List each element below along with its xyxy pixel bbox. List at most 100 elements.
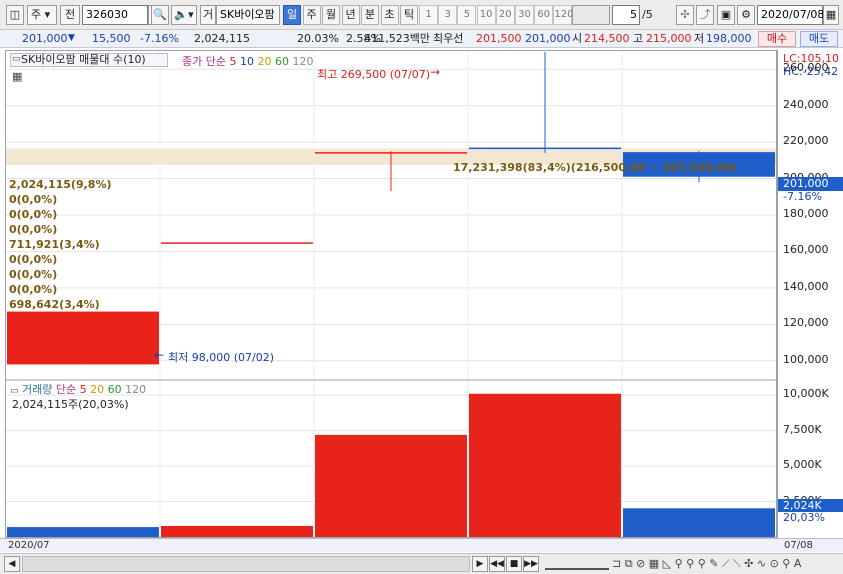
price-change-pct: -7.16% xyxy=(140,32,179,45)
volume-ma-period-5: 5 xyxy=(79,383,87,396)
candle-body xyxy=(469,147,621,150)
current-price: 201,000 xyxy=(22,32,68,45)
search-icon[interactable]: 🔍 xyxy=(151,5,169,25)
prev-button[interactable]: 전 xyxy=(60,5,80,25)
trend-icon[interactable]: ⤴ xyxy=(696,5,714,25)
ma-period-60: 60 xyxy=(271,55,289,68)
volume-value: 2,024,115 xyxy=(194,32,250,45)
turnover-pct: 20.03% xyxy=(297,32,339,45)
volume-tick-label: 5,000K xyxy=(783,458,822,472)
toolbar: ◫ 주 ▾ 전 326030 ▼ 🔍 🔈▾ 거 SK바이오팜 일주월년분초틱 1… xyxy=(0,0,843,30)
rewind-icon[interactable]: ◀◀ xyxy=(489,556,505,572)
open-price: 214,500 xyxy=(584,32,630,45)
scroll-toolbar: ◀ ▶ ◀◀ ■ ▶▶ ⊐ ⧉ ⊘ ▦ ◺ ⚲ ⚲ ⚲ ✎ ⟋ ⟍ ✣ ∿ ⊙ … xyxy=(0,553,843,574)
volume-tick-label: 7,500K xyxy=(783,422,822,436)
volume-profile-label: 0(0,0%) xyxy=(9,253,58,266)
gear-icon[interactable]: ⚙ xyxy=(737,5,755,25)
low-price: 198,000 xyxy=(706,32,752,45)
page-input[interactable]: 5 xyxy=(612,5,640,25)
panel-title-text: SK바이오팜 매물대 수(10) xyxy=(21,53,146,66)
drawing-tools[interactable]: ⊐ ⧉ ⊘ ▦ ◺ ⚲ ⚲ ⚲ ✎ ⟋ ⟍ ✣ ∿ ⊙ ⚲ A xyxy=(612,557,801,571)
interval-tab-20[interactable]: 20 xyxy=(495,5,515,25)
name-toggle-button[interactable]: 거 xyxy=(200,5,216,25)
table-icon[interactable]: ▦ xyxy=(12,70,22,83)
stop-icon[interactable]: ■ xyxy=(506,556,522,572)
volume-bar xyxy=(315,434,467,537)
buy-button[interactable]: 매수 xyxy=(758,31,796,47)
fast-forward-icon[interactable]: ▶▶ xyxy=(523,556,539,572)
current-price-tag: 201,000 xyxy=(778,177,843,191)
dropdown-box[interactable] xyxy=(572,5,610,25)
volume-profile-label: 2,024,115(9,8%) xyxy=(9,178,112,191)
zoom-slider[interactable] xyxy=(545,558,609,570)
price-tick-label: 100,000 xyxy=(783,352,829,366)
price-tick-label: 240,000 xyxy=(783,97,829,111)
high-label: 고 xyxy=(633,32,644,45)
ma-period-120: 120 xyxy=(288,55,314,68)
price-panel-title[interactable]: SK바이오팜 매물대 수(10) xyxy=(10,53,168,67)
scroll-left-icon[interactable]: ◀ xyxy=(4,556,20,572)
calendar-icon[interactable]: ▦ xyxy=(823,5,839,25)
market-select[interactable]: 주 ▾ xyxy=(27,5,57,25)
period-tab-4[interactable]: 분 xyxy=(361,5,379,25)
ma-period-20: 20 xyxy=(253,55,272,68)
ma-period-list: 5 10 20 60 120 xyxy=(229,55,313,68)
ma-label: 종가 단순 xyxy=(182,55,226,68)
scrollbar-track[interactable] xyxy=(22,556,470,572)
current-volume-pct-tag: 20,03% xyxy=(783,511,825,524)
period-tab-2[interactable]: 월 xyxy=(322,5,340,25)
interval-tab-3[interactable]: 3 xyxy=(438,5,458,25)
down-arrow-icon: ▼ xyxy=(68,33,75,43)
period-tab-0[interactable]: 일 xyxy=(283,5,301,25)
chart-area[interactable]: SK바이오팜 매물대 수(10) ▭ 종가 단순 5 10 20 60 120 … xyxy=(5,50,777,538)
interval-tab-60[interactable]: 60 xyxy=(534,5,554,25)
volume-profile-label: 711,921(3,4%) xyxy=(9,238,100,251)
save-icon[interactable]: ▣ xyxy=(717,5,735,25)
stock-name-field: SK바이오팜 xyxy=(216,5,280,25)
volume-tick-label: 10,000K xyxy=(783,387,829,401)
panel-toggle-icon[interactable]: ▭ xyxy=(12,54,21,64)
volume-bar xyxy=(161,525,313,537)
volume-profile-label: 0(0,0%) xyxy=(9,208,58,221)
best-ask: 201,500 xyxy=(476,32,522,45)
candle-body xyxy=(7,311,159,365)
period-tab-1[interactable]: 주 xyxy=(302,5,321,25)
interval-tab-30[interactable]: 30 xyxy=(515,5,534,25)
high-annotation: 최고 269,500 (07/07) xyxy=(317,68,431,81)
price-tick-label: 220,000 xyxy=(783,134,829,148)
volume-profile-label: 0(0,0%) xyxy=(9,283,58,296)
volume-title: 거래량 xyxy=(22,383,53,396)
price-tick-label: 120,000 xyxy=(783,316,829,330)
period-tab-3[interactable]: 년 xyxy=(341,5,360,25)
left-arrow-icon: ← xyxy=(154,348,165,362)
stock-code-input[interactable]: 326030 xyxy=(82,5,148,25)
interval-tab-10[interactable]: 10 xyxy=(476,5,496,25)
volume-bar xyxy=(623,508,775,537)
interval-tab-120[interactable]: 120 xyxy=(553,5,573,25)
candle-body xyxy=(315,152,467,154)
panel-toggle-icon[interactable]: ▭ xyxy=(10,386,19,396)
volume-profile-label: 698,642(3,4%) xyxy=(9,298,100,311)
trade-amount: 411,523백만 xyxy=(364,32,430,45)
date-input[interactable]: 2020/07/08 xyxy=(757,5,824,25)
speaker-icon[interactable]: 🔈▾ xyxy=(171,5,197,25)
crosshair-icon[interactable]: ✣ xyxy=(676,5,694,25)
interval-tab-1[interactable]: 1 xyxy=(419,5,438,25)
volume-ma-period-120: 120 xyxy=(121,383,147,396)
interval-tab-5[interactable]: 5 xyxy=(457,5,477,25)
volume-ma-period-list: 5 20 60 120 xyxy=(80,383,147,396)
volume-panel-title[interactable]: ▭ 거래량 단순 5 20 60 120 xyxy=(10,381,146,397)
max-volume-band-label: 17,231,398(83,4%)(216,500,00 ~ 207,550,0… xyxy=(453,161,737,174)
price-tick-label: 180,000 xyxy=(783,207,829,220)
volume-profile-label: 0(0,0%) xyxy=(9,268,58,281)
chart-canvas[interactable] xyxy=(6,51,776,537)
period-tab-6[interactable]: 틱 xyxy=(400,5,418,25)
price-ma-legend: 종가 단순 5 10 20 60 120 xyxy=(182,53,313,69)
period-tab-5[interactable]: 초 xyxy=(380,5,399,25)
volume-profile-label: 0(0,0%) xyxy=(9,193,58,206)
start-date: 2020/07 xyxy=(8,540,50,551)
scroll-right-icon[interactable]: ▶ xyxy=(472,556,488,572)
y-axis[interactable]: LC:105,10 HC:-25,42 100,000 120,000 140,00… xyxy=(777,50,843,538)
layout-icon[interactable]: ◫ xyxy=(6,5,24,25)
sell-button[interactable]: 매도 xyxy=(800,31,838,47)
